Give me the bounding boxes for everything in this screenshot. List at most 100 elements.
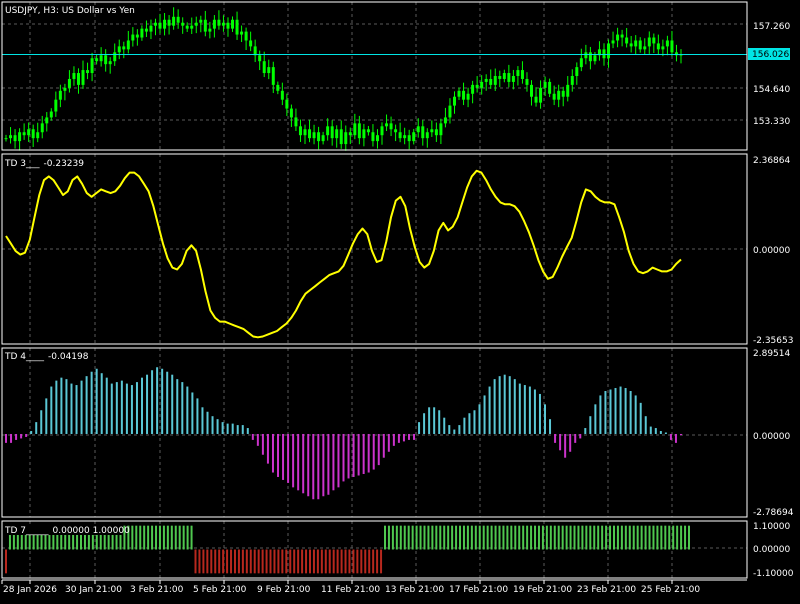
candle-body — [54, 99, 58, 112]
candle-body — [72, 73, 76, 79]
time-label: 11 Feb 21:00 — [321, 585, 380, 595]
candle-body — [543, 81, 547, 88]
candle-body — [475, 84, 479, 88]
current-price-tag-text: 156.026 — [752, 50, 789, 60]
candle-body — [339, 129, 343, 145]
candle-body — [557, 90, 561, 100]
candle-body — [375, 135, 379, 142]
candle-body — [235, 19, 239, 35]
candle-body — [63, 87, 67, 91]
candle-body — [466, 93, 470, 100]
candle-body — [493, 76, 497, 85]
candle-body — [439, 123, 443, 136]
candle-body — [629, 43, 633, 47]
td7-label: TD 7_____ 0.00000 1.00000 — [4, 526, 130, 536]
td3-axis-bottom: -2.35653 — [753, 336, 793, 346]
candle-body — [308, 129, 312, 139]
candle-body — [425, 132, 429, 139]
candle-body — [371, 132, 375, 142]
candle-body — [344, 132, 348, 145]
candle-body — [285, 99, 289, 109]
candle-body — [511, 76, 515, 82]
td4-axis-top: 2.89514 — [753, 349, 790, 359]
candle-body — [249, 40, 253, 47]
candle-body — [362, 129, 366, 139]
candle-body — [117, 46, 121, 53]
candle-body — [607, 43, 611, 59]
candle-body — [561, 90, 565, 97]
candle-body — [421, 126, 425, 139]
candle-body — [90, 58, 94, 74]
candle-body — [76, 73, 80, 85]
candle-body — [217, 19, 221, 26]
candle-body — [348, 132, 352, 136]
candle-body — [13, 135, 17, 142]
candle-body — [67, 78, 71, 88]
candle-body — [31, 129, 35, 139]
candle-body — [185, 25, 189, 29]
candle-body — [226, 22, 230, 29]
td3-label: TD 3___ -0.23239 — [4, 159, 84, 169]
td3-axis-zero: 0.00000 — [753, 246, 790, 256]
candle-body — [407, 135, 411, 142]
td4-axis-bottom: -2.78694 — [753, 508, 794, 518]
chart-canvas[interactable]: USDJPY, H3: US Dollar vs Yen TD 3___ -0.2… — [0, 0, 800, 600]
candle-body — [570, 76, 574, 85]
candle-body — [643, 46, 647, 50]
candle-body — [104, 55, 108, 65]
candle-body — [634, 40, 638, 47]
candle-body — [86, 70, 90, 74]
time-label: 28 Jan 2026 — [3, 585, 57, 595]
chart-window[interactable]: USDJPY, H3: US Dollar vs Yen TD 3___ -0.2… — [0, 0, 800, 600]
candle-body — [480, 81, 484, 88]
td7-axis-top: 1.10000 — [753, 522, 790, 532]
td3-line — [5, 169, 682, 339]
candle-body — [448, 105, 452, 118]
candle-body — [176, 16, 180, 23]
candle-body — [149, 25, 153, 32]
candle-body — [525, 78, 529, 85]
td3-panel[interactable] — [5, 169, 682, 339]
td4-panel[interactable] — [5, 367, 682, 500]
time-label: 19 Feb 21:00 — [513, 585, 572, 595]
candle-body — [113, 52, 117, 62]
candle-body — [108, 61, 112, 65]
candle-body — [144, 28, 148, 32]
candle-body — [588, 52, 592, 62]
candle-body — [58, 90, 62, 100]
candle-body — [280, 90, 284, 100]
candle-body — [593, 55, 597, 62]
candle-body — [99, 55, 103, 62]
candle-body — [366, 129, 370, 133]
candle-body — [398, 132, 402, 139]
candle-body — [656, 43, 660, 50]
candle-body — [326, 126, 330, 136]
grid-lines — [2, 2, 747, 578]
candle-body — [416, 126, 420, 133]
candle-body — [181, 22, 185, 26]
time-axis: 28 Jan 2026 30 Jan 21:00 3 Feb 21:00 5 F… — [3, 585, 700, 595]
candle-body — [602, 49, 606, 59]
candle-body — [661, 46, 665, 50]
price-axis-label-mid: 154.640 — [753, 85, 790, 95]
candle-body — [262, 61, 266, 74]
candle-body — [530, 84, 534, 97]
candle-body — [430, 129, 434, 133]
candle-body — [452, 96, 456, 106]
td7-axis-bottom: -1.10000 — [753, 569, 794, 579]
candle-body — [131, 34, 135, 41]
candle-body — [271, 67, 275, 85]
candle-body — [516, 70, 520, 76]
candle-body — [434, 129, 438, 136]
candle-body — [575, 67, 579, 76]
td7-axis-zero: 0.00000 — [753, 545, 790, 555]
candle-body — [95, 58, 99, 62]
candle-body — [221, 22, 225, 26]
td4-label: TD 4____ -0.04198 — [4, 352, 89, 362]
price-panel[interactable] — [2, 7, 747, 151]
panel-frames — [1, 1, 748, 584]
price-axis-label-top: 157.260 — [753, 22, 790, 32]
candle-body — [638, 40, 642, 50]
candle-body — [394, 129, 398, 133]
candle-body — [298, 126, 302, 136]
